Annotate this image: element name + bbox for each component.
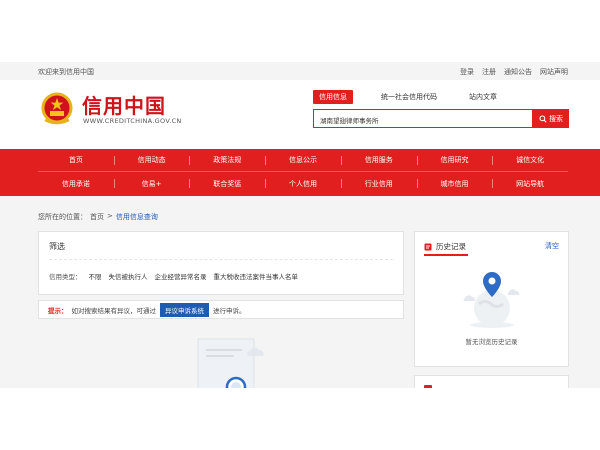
tab-credit-info[interactable]: 信用信息 bbox=[313, 90, 353, 104]
clear-history-button[interactable]: 清空 bbox=[545, 241, 559, 251]
page: 欢迎来到信用中国 登录 注册 通知公告 网站声明 信用中国 WWW.CREDIT… bbox=[0, 62, 600, 388]
nav-item-site-guide[interactable]: 网站导航 bbox=[492, 172, 568, 195]
search-tabs: 信用信息 统一社会信用代码 站内文章 bbox=[313, 90, 497, 104]
welcome-text: 欢迎来到信用中国 bbox=[38, 68, 94, 76]
nav-item-industry-credit[interactable]: 行业信用 bbox=[340, 172, 417, 195]
nav-item-credit-research[interactable]: 信用研究 bbox=[416, 149, 493, 171]
search-input[interactable]: 湖南望翅律师事务所 bbox=[313, 109, 533, 128]
login-link[interactable]: 登录 bbox=[460, 67, 474, 77]
filter-option-tax-violation[interactable]: 重大税收违法案件当事人名单 bbox=[214, 271, 299, 281]
breadcrumb-current: 信用信息查询 bbox=[115, 213, 158, 221]
nav-row-1: 首页 信用动态 政策法规 信息公示 信用服务 信用研究 诚信文化 bbox=[38, 149, 568, 172]
nav-item-home[interactable]: 首页 bbox=[38, 149, 114, 171]
history-icon bbox=[424, 243, 432, 250]
notice-bar: 提示： 如对搜索结果有异议，可通过 异议申诉系统 进行申诉。 bbox=[38, 300, 404, 319]
empty-results-icon bbox=[197, 338, 264, 388]
filter-option-dishonest[interactable]: 失信被执行人 bbox=[109, 271, 148, 281]
history-title-underline bbox=[424, 254, 468, 256]
announcements-link[interactable]: 通知公告 bbox=[504, 67, 532, 77]
notice-text-before: 如对搜索结果有异议，可通过 bbox=[71, 306, 157, 315]
site-logo-url: WWW.CREDITCHINA.GOV.CN bbox=[83, 117, 182, 125]
panel-icon bbox=[424, 385, 432, 388]
breadcrumb-home[interactable]: 首页 bbox=[90, 212, 104, 222]
nav-item-integrity-culture[interactable]: 诚信文化 bbox=[492, 149, 568, 171]
breadcrumb-prefix: 您所在的位置： bbox=[38, 213, 87, 221]
main-nav: 首页 信用动态 政策法规 信息公示 信用服务 信用研究 诚信文化 信用承诺 信易… bbox=[0, 149, 600, 196]
filter-option-all[interactable]: 不限 bbox=[89, 271, 102, 281]
nav-item-xinyi-plus[interactable]: 信易+ bbox=[113, 172, 190, 195]
nav-item-credit-commitment[interactable]: 信用承诺 bbox=[38, 172, 114, 195]
nav-item-policy[interactable]: 政策法规 bbox=[189, 149, 265, 171]
breadcrumb: 您所在的位置： 首页 > 信用信息查询 bbox=[38, 212, 158, 222]
filter-option-abnormal-operation[interactable]: 企业经营异常名录 bbox=[155, 271, 207, 281]
search-button[interactable]: 搜索 bbox=[533, 109, 569, 128]
credit-type-filter: 信用类型： 不限 失信被执行人 企业经营异常名录 重大税收违法案件当事人名单 bbox=[49, 271, 298, 281]
breadcrumb-separator: > bbox=[107, 212, 113, 220]
notice-text-after: 进行申诉。 bbox=[213, 306, 246, 315]
tab-site-articles[interactable]: 站内文章 bbox=[469, 92, 497, 102]
site-logo-name: 信用中国 bbox=[82, 94, 166, 118]
no-history-globe-icon bbox=[463, 272, 520, 328]
filter-panel: 筛选 信用类型： 不限 失信被执行人 企业经营异常名录 重大税收违法案件当事人名… bbox=[38, 231, 404, 295]
site-statement-link[interactable]: 网站声明 bbox=[540, 67, 568, 77]
nav-item-credit-service[interactable]: 信用服务 bbox=[340, 149, 417, 171]
nav-item-credit-news[interactable]: 信用动态 bbox=[113, 149, 190, 171]
nav-item-personal-credit[interactable]: 个人信用 bbox=[265, 172, 341, 195]
notice-key: 提示： bbox=[48, 306, 68, 315]
nav-item-joint-rewards[interactable]: 联合奖惩 bbox=[189, 172, 265, 195]
top-bar: 欢迎来到信用中国 登录 注册 通知公告 网站声明 bbox=[0, 62, 600, 80]
search-icon bbox=[539, 114, 547, 123]
nav-row-2: 信用承诺 信易+ 联合奖惩 个人信用 行业信用 城市信用 网站导航 bbox=[38, 172, 568, 195]
top-links: 登录 注册 通知公告 网站声明 bbox=[460, 67, 568, 77]
history-empty-text: 暂无浏览历史记录 bbox=[465, 338, 518, 346]
nav-item-disclosure[interactable]: 信息公示 bbox=[265, 149, 341, 171]
national-emblem-icon bbox=[41, 92, 73, 125]
search-button-label: 搜索 bbox=[549, 114, 563, 123]
register-link[interactable]: 注册 bbox=[482, 67, 496, 77]
nav-item-city-credit[interactable]: 城市信用 bbox=[416, 172, 493, 195]
header: 信用中国 WWW.CREDITCHINA.GOV.CN 信用信息 统一社会信用代… bbox=[0, 80, 600, 149]
history-title: 历史记录 bbox=[424, 241, 466, 252]
tab-credit-code[interactable]: 统一社会信用代码 bbox=[381, 92, 437, 102]
filter-title: 筛选 bbox=[49, 242, 65, 251]
credit-type-label: 信用类型： bbox=[49, 273, 82, 281]
appeal-system-button[interactable]: 异议申诉系统 bbox=[160, 302, 209, 317]
secondary-panel bbox=[414, 375, 569, 388]
history-panel: 历史记录 清空 暂无浏览历史记录 bbox=[414, 231, 569, 367]
filter-divider bbox=[49, 259, 393, 260]
history-title-text: 历史记录 bbox=[436, 242, 466, 251]
